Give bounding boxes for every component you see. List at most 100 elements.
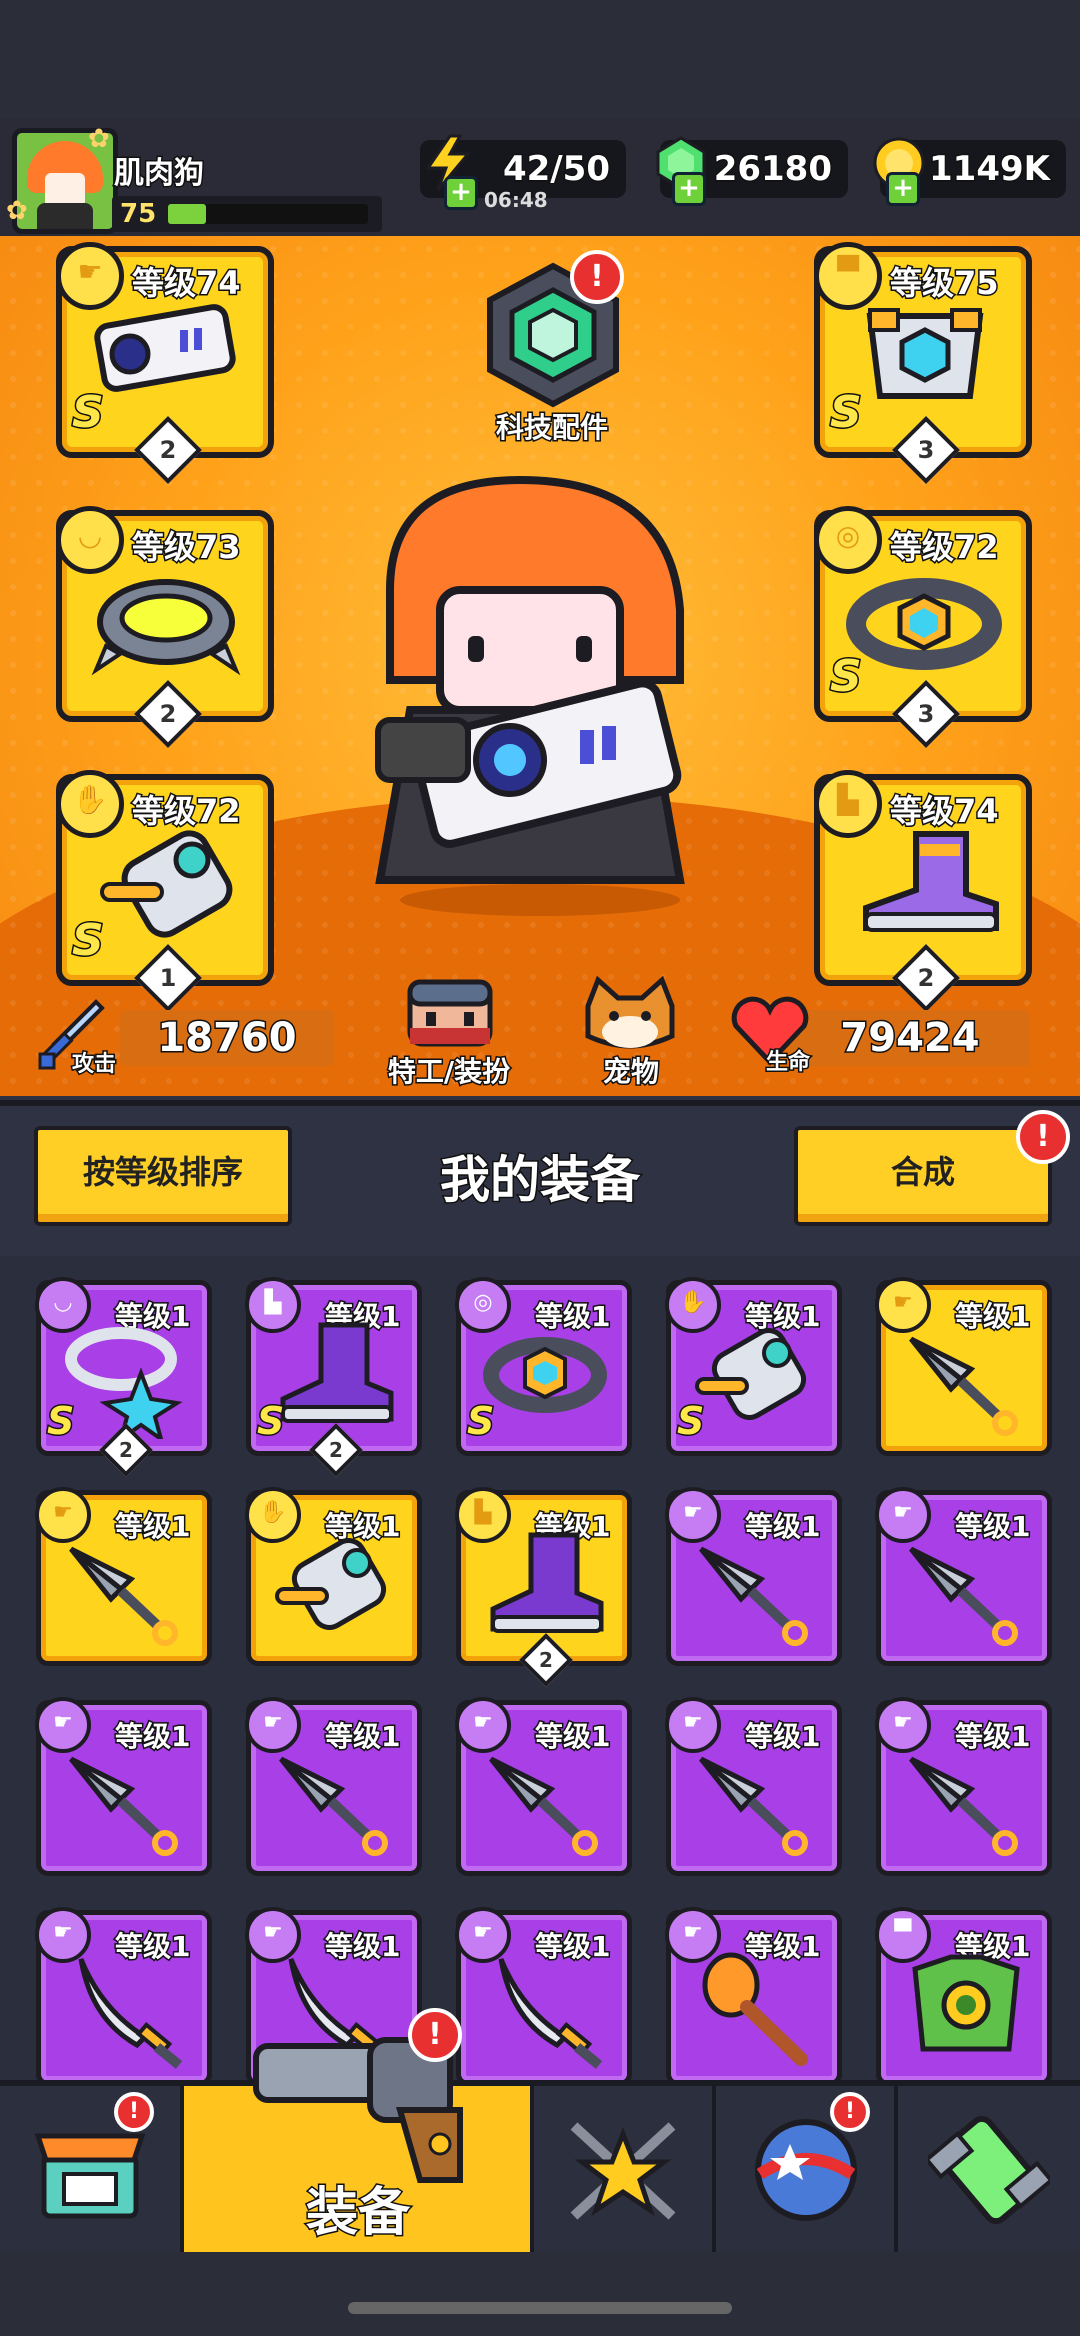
glove-icon [695, 1328, 807, 1420]
add-energy-button[interactable]: + [444, 176, 478, 210]
home-area [0, 2252, 1080, 2336]
gems-value: 26180 [712, 148, 833, 191]
add-gems-button[interactable]: + [672, 172, 706, 206]
mech-armor-icon [866, 308, 984, 399]
combine-button[interactable]: 合成 [794, 1126, 1052, 1226]
inventory-item-kunai[interactable]: ☛ 等级1 [665, 1697, 842, 1876]
star-swords-icon [570, 2122, 676, 2220]
grade-badge: S [71, 914, 106, 968]
tech-parts-alert-badge: ! [570, 250, 624, 304]
attack-label: 攻击 [70, 1051, 117, 1079]
equipped-level: 等级72 [889, 527, 1001, 568]
hp-stat: 79424 [790, 1010, 1030, 1066]
inventory-item-kunai[interactable]: ☛ 等级1 [665, 1487, 842, 1666]
katana-icon [78, 1958, 183, 2069]
grade-badge: S [829, 650, 864, 704]
armored-belt-icon [846, 578, 1002, 670]
energy-timer: 06:48 [484, 188, 548, 212]
gold-value: 1149K [928, 148, 1052, 191]
kunai-icon [279, 1756, 388, 1856]
necklace-icon [65, 1327, 183, 1439]
kunai-icon [699, 1546, 808, 1646]
bat-icon [702, 1952, 808, 2066]
belt-icon [483, 1337, 607, 1413]
flower-icon: ✿ [6, 196, 28, 226]
katana-icon [498, 1958, 603, 2069]
add-gold-button[interactable]: + [886, 172, 920, 206]
dog-pet-icon[interactable] [578, 976, 682, 1056]
sort-by-level-button[interactable]: 按等级排序 [34, 1126, 292, 1226]
player-name: 肌肉狗 [113, 155, 206, 193]
inventory-item-necklace[interactable]: ◡ 等级1 S 2 [35, 1277, 212, 1477]
attack-stat: 18760 [120, 1010, 334, 1066]
armor-icon [912, 1954, 1020, 2052]
inventory-item-armor[interactable]: ▀ 等级1 [875, 1907, 1052, 2086]
combine-alert-badge: ! [1016, 1110, 1070, 1164]
kunai-icon [909, 1546, 1018, 1646]
inventory-item-bat[interactable]: ☛ 等级1 [665, 1907, 842, 2086]
inventory-item-katana[interactable]: ☛ 等级1 [35, 1907, 212, 2086]
necklace-slot-icon: ◡ [56, 506, 124, 574]
tab-lab[interactable] [898, 2086, 1080, 2252]
world-alert-badge: ! [830, 2092, 870, 2132]
kunai-icon [69, 1546, 178, 1646]
boot-icon [490, 1532, 604, 1633]
grade-badge: S [675, 1398, 705, 1445]
player-level: 75 [120, 199, 157, 229]
equipment-alert-badge: ! [408, 2008, 462, 2062]
boot-icon [863, 831, 999, 932]
equipped-gloves-slot[interactable]: ✋ 等级72 S 1 [56, 770, 274, 1012]
kunai-icon [489, 1756, 598, 1856]
shop-alert-badge: ! [114, 2092, 154, 2132]
inventory-item-kunai[interactable]: ☛ 等级1 [35, 1697, 212, 1876]
spiked-collar-icon [91, 579, 241, 676]
glove-icon [275, 1538, 387, 1630]
boot-icon [280, 1322, 394, 1423]
blaster-icon [94, 304, 236, 392]
inventory-item-kunai[interactable]: ☛ 等级1 [875, 1697, 1052, 1876]
system-status-bar [0, 0, 1080, 118]
inventory-item-belt[interactable]: ◎ 等级1 S [455, 1277, 632, 1456]
flower-icon: ✿ [88, 124, 110, 154]
inventory-item-gloves[interactable]: ✋ 等级1 S [665, 1277, 842, 1456]
dna-canister-icon [928, 2115, 1050, 2225]
kunai-icon [699, 1756, 808, 1856]
inventory-item-boots[interactable]: ▙ 等级1 2 [455, 1487, 632, 1687]
attack-value: 18760 [156, 1014, 298, 1063]
inventory-item-kunai[interactable]: ☛ 等级1 [245, 1697, 422, 1876]
inventory-item-gloves[interactable]: ✋ 等级1 [245, 1487, 422, 1666]
section-title: 我的装备 [439, 1150, 642, 1211]
grade-badge: S [465, 1398, 495, 1445]
home-indicator[interactable] [348, 2302, 732, 2314]
tab-world[interactable] [716, 2086, 898, 2252]
xp-fill [168, 204, 206, 224]
grade-badge: S [71, 386, 106, 440]
character-sprite[interactable] [350, 470, 730, 920]
tab-shop[interactable] [0, 2086, 184, 2252]
equipped-boots-slot[interactable]: ▙ 等级74 2 [814, 770, 1032, 1012]
mech-glove-icon [100, 830, 233, 938]
equipped-weapon-slot[interactable]: ☛ 等级74 S 2 [56, 242, 274, 484]
grade-badge: S [45, 1398, 75, 1445]
grade-badge: S [829, 386, 864, 440]
inventory-item-katana[interactable]: ☛ 等级1 [455, 1907, 632, 2086]
xp-bar [168, 204, 368, 224]
pet-label[interactable]: 宠物 [566, 1050, 696, 1090]
hp-value: 79424 [839, 1014, 981, 1063]
inventory-item-kunai[interactable]: ☛ 等级1 [455, 1697, 632, 1876]
equipped-belt-slot[interactable]: ◎ 等级72 S 3 [814, 506, 1032, 748]
agent-costume-icon[interactable] [400, 976, 500, 1048]
inventory-item-boots[interactable]: ▙ 等级1 S 2 [245, 1277, 422, 1477]
tech-parts-label: 科技配件 [494, 410, 609, 446]
inventory-item-kunai[interactable]: ☛ 等级1 [875, 1277, 1052, 1456]
agent-costume-label[interactable]: 特工/装扮 [374, 1050, 524, 1090]
inventory-item-kunai[interactable]: ☛ 等级1 [875, 1487, 1052, 1666]
tab-talent[interactable] [534, 2086, 716, 2252]
inventory-item-kunai[interactable]: ☛ 等级1 [35, 1487, 212, 1666]
equipped-armor-slot[interactable]: ▀ 等级75 S 3 [814, 242, 1032, 484]
equipped-necklace-slot[interactable]: ◡ 等级73 2 [56, 506, 274, 748]
tab-equipment-label: 装备 [304, 2182, 411, 2245]
kunai-icon [69, 1756, 178, 1856]
belt-slot-icon: ◎ [814, 506, 882, 574]
player-level-bar: 75 [112, 196, 382, 232]
